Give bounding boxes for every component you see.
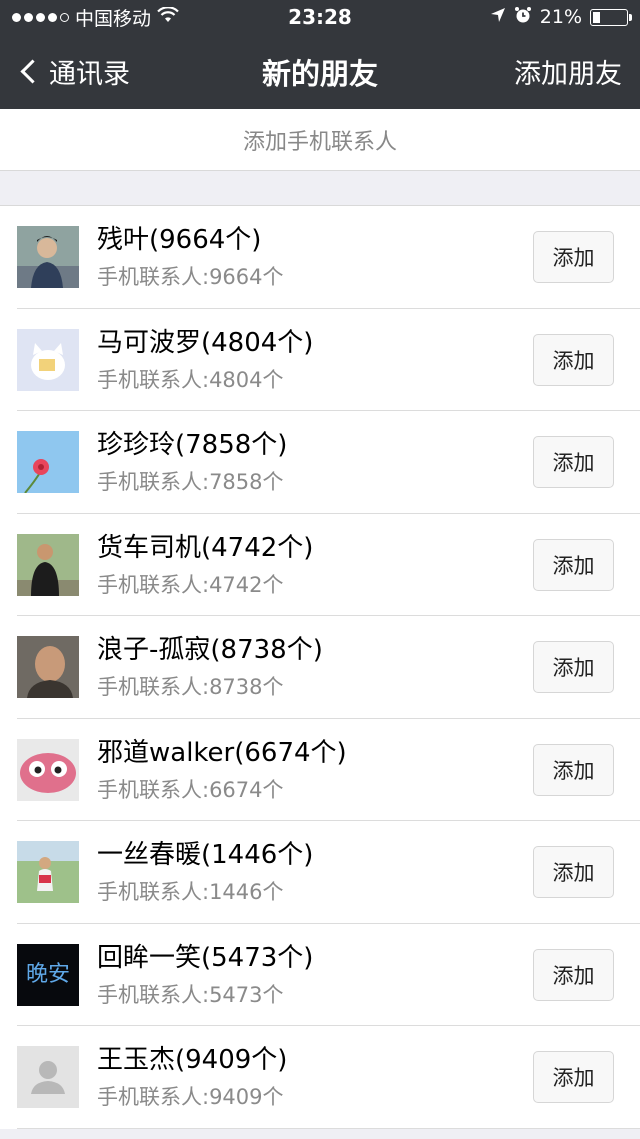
- add-button[interactable]: 添加: [533, 538, 614, 591]
- navigation-bar: 通讯录 新的朋友 添加朋友: [0, 34, 640, 109]
- contact-name: 一丝春暖(1446个): [97, 840, 314, 871]
- list-item[interactable]: 王玉杰(9409个) 手机联系人:9409个 添加: [0, 1026, 640, 1129]
- signal-strength-icon: [12, 12, 69, 22]
- add-friend-button[interactable]: 添加朋友: [514, 52, 622, 91]
- battery-level-fill: [593, 11, 600, 23]
- list-item[interactable]: 马可波罗(4804个) 手机联系人:4804个 添加: [0, 309, 640, 412]
- avatar: [17, 431, 79, 494]
- avatar-text: 晚安: [26, 962, 70, 987]
- contact-source: 手机联系人:6674个: [97, 777, 284, 802]
- back-label: 通讯录: [49, 59, 130, 90]
- back-button[interactable]: 通讯录: [18, 52, 130, 91]
- contact-source: 手机联系人:5473个: [97, 982, 284, 1007]
- add-button[interactable]: 添加: [533, 743, 614, 796]
- avatar: [17, 738, 79, 801]
- location-arrow-icon: [490, 6, 506, 28]
- avatar: [17, 1046, 79, 1109]
- battery-icon: [590, 8, 632, 26]
- section-divider: [0, 171, 640, 206]
- avatar: [17, 636, 79, 699]
- add-phone-contacts-button[interactable]: 添加手机联系人: [0, 109, 640, 171]
- contact-source: 手机联系人:1446个: [97, 880, 284, 905]
- avatar: [17, 533, 79, 596]
- contact-name: 王玉杰(9409个): [97, 1045, 288, 1076]
- pink-flower-icon: [17, 431, 79, 494]
- add-phone-contacts-label: 添加手机联系人: [242, 129, 397, 155]
- cartoon-cat-icon: [17, 328, 79, 391]
- contact-source: 手机联系人:4804个: [97, 367, 284, 392]
- chevron-left-icon: [20, 59, 45, 84]
- night-text-icon: 晚安: [17, 943, 79, 1006]
- avatar: 晚安: [17, 943, 79, 1006]
- contact-name: 回眸一笑(5473个): [97, 942, 314, 973]
- avatar: [17, 328, 79, 391]
- list-item[interactable]: 货车司机(4742个) 手机联系人:4742个 添加: [0, 514, 640, 617]
- avatar: [17, 226, 79, 289]
- add-button[interactable]: 添加: [533, 641, 614, 694]
- photo-man-outdoor-icon: [17, 533, 79, 596]
- contact-name: 邪道walker(6674个): [97, 737, 347, 768]
- add-button[interactable]: 添加: [533, 846, 614, 899]
- contact-source: 手机联系人:7858个: [97, 470, 284, 495]
- avatar: [17, 841, 79, 904]
- list-item[interactable]: 浪子-孤寂(8738个) 手机联系人:8738个 添加: [0, 616, 640, 719]
- contact-name: 马可波罗(4804个): [97, 327, 314, 358]
- wifi-icon: [157, 6, 179, 28]
- contact-source: 手机联系人:9664个: [97, 265, 284, 290]
- add-button[interactable]: 添加: [533, 231, 614, 284]
- list-item[interactable]: 晚安 回眸一笑(5473个) 手机联系人:5473个 添加: [0, 924, 640, 1027]
- contact-source: 手机联系人:8738个: [97, 675, 284, 700]
- contact-source: 手机联系人:9409个: [97, 1085, 284, 1110]
- photo-young-man-icon: [17, 226, 79, 289]
- list-item[interactable]: 残叶(9664个) 手机联系人:9664个 添加: [0, 206, 640, 309]
- status-bar: 中国移动 23:28 21%: [0, 0, 640, 34]
- carrier-info: 中国移动: [12, 4, 179, 31]
- photo-person-outdoor-icon: [17, 841, 79, 904]
- contact-name: 浪子-孤寂(8738个): [97, 635, 323, 666]
- add-button[interactable]: 添加: [533, 1051, 614, 1104]
- carrier-name: 中国移动: [75, 7, 152, 30]
- contact-name: 残叶(9664个): [97, 225, 262, 256]
- pink-creature-icon: [17, 738, 79, 801]
- contact-source: 手机联系人:4742个: [97, 572, 284, 597]
- list-item[interactable]: 邪道walker(6674个) 手机联系人:6674个 添加: [0, 719, 640, 822]
- list-item[interactable]: 一丝春暖(1446个) 手机联系人:1446个 添加: [0, 821, 640, 924]
- default-person-icon: [17, 1046, 79, 1109]
- battery-percent: 21%: [539, 6, 582, 28]
- alarm-clock-icon: [514, 6, 532, 29]
- contact-name: 珍珍玲(7858个): [97, 430, 288, 461]
- photo-older-man-icon: [17, 636, 79, 699]
- add-button[interactable]: 添加: [533, 948, 614, 1001]
- new-friends-list: 残叶(9664个) 手机联系人:9664个 添加 马可波罗(4804个) 手机联…: [0, 206, 640, 1129]
- list-item[interactable]: 珍珍玲(7858个) 手机联系人:7858个 添加: [0, 411, 640, 514]
- add-button[interactable]: 添加: [533, 436, 614, 489]
- add-button[interactable]: 添加: [533, 333, 614, 386]
- contact-name: 货车司机(4742个): [97, 532, 314, 563]
